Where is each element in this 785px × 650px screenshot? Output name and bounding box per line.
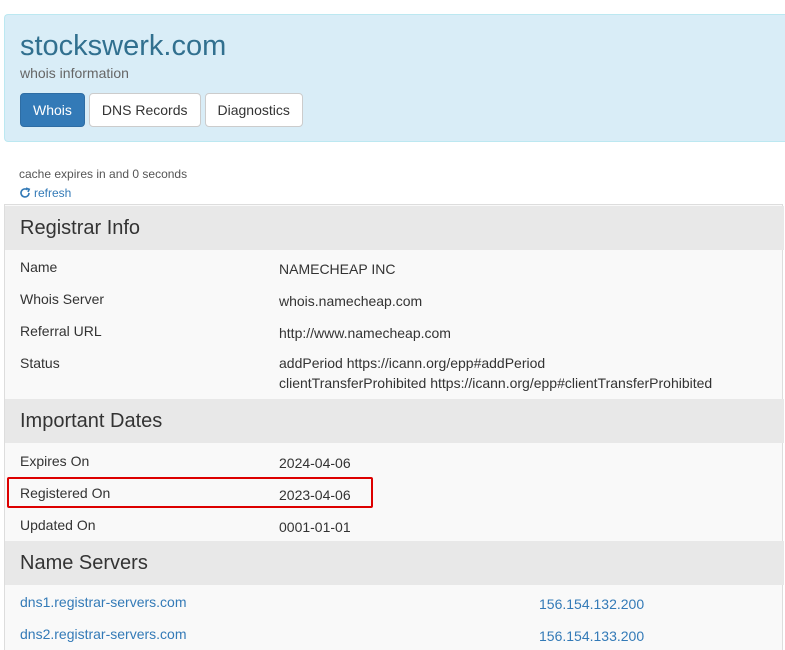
name-servers-heading: Name Servers bbox=[5, 541, 784, 585]
nameserver-host-link[interactable]: dns1.registrar-servers.com bbox=[20, 594, 187, 610]
updated-on-value: 0001-01-01 bbox=[279, 519, 351, 535]
important-dates-heading: Important Dates bbox=[5, 399, 784, 443]
nameserver-ip-link[interactable]: 156.154.132.200 bbox=[539, 594, 644, 614]
status-line-2: clientTransferProhibited https://icann.o… bbox=[279, 375, 713, 391]
status-label: Status bbox=[20, 355, 60, 371]
refresh-label: refresh bbox=[34, 186, 72, 200]
whois-panel: Registrar Info Name NAMECHEAP INC Whois … bbox=[4, 204, 784, 650]
referral-url-value: http://www.namecheap.com bbox=[279, 325, 451, 341]
registrar-info-heading: Registrar Info bbox=[5, 206, 784, 250]
name-label: Name bbox=[20, 259, 58, 275]
tab-bar: Whois DNS Records Diagnostics bbox=[20, 93, 307, 127]
expires-on-label: Expires On bbox=[20, 453, 90, 469]
refresh-icon bbox=[20, 187, 31, 198]
cache-expiry-text: cache expires in and 0 seconds bbox=[19, 167, 188, 181]
whois-server-value: whois.namecheap.com bbox=[279, 293, 423, 309]
status-value: addPeriod https://icann.org/epp#addPerio… bbox=[279, 353, 712, 393]
site-subtitle: whois information bbox=[20, 65, 129, 81]
nameserver-host-link[interactable]: dns2.registrar-servers.com bbox=[20, 626, 187, 642]
whois-server-label: Whois Server bbox=[20, 291, 105, 307]
expires-on-value: 2024-04-06 bbox=[279, 455, 351, 471]
nameserver-ip-link[interactable]: 156.154.133.200 bbox=[539, 626, 644, 646]
tab-diagnostics[interactable]: Diagnostics bbox=[204, 93, 303, 127]
refresh-link[interactable]: refresh bbox=[19, 186, 71, 200]
name-value: NAMECHEAP INC bbox=[279, 261, 396, 277]
tab-dns-records[interactable]: DNS Records bbox=[88, 93, 201, 127]
registered-on-highlight-box bbox=[7, 477, 373, 508]
updated-on-label: Updated On bbox=[20, 517, 96, 533]
site-title: stockswerk.com bbox=[20, 30, 227, 62]
tab-whois[interactable]: Whois bbox=[20, 93, 85, 127]
header-jumbotron: stockswerk.com whois information Whois D… bbox=[4, 14, 785, 142]
status-line-1: addPeriod https://icann.org/epp#addPerio… bbox=[279, 355, 546, 371]
referral-url-label: Referral URL bbox=[20, 323, 102, 339]
